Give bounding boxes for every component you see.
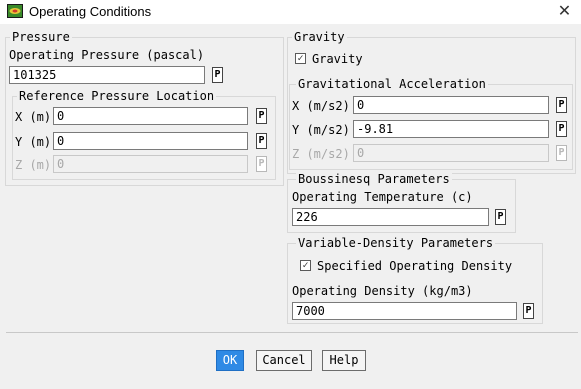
close-button[interactable]: ✕ <box>548 0 581 24</box>
grav-y-label: Y (m/s2) <box>292 123 350 137</box>
button-separator <box>6 332 578 333</box>
operating-pressure-param-button[interactable]: P <box>212 67 223 83</box>
grav-y-input[interactable]: -9.81 <box>353 120 549 138</box>
gravity-checkbox[interactable]: ✓ <box>295 53 306 64</box>
ref-z-label: Z (m) <box>15 158 52 172</box>
operating-temperature-param-button[interactable]: P <box>495 209 506 225</box>
operating-density-param-button[interactable]: P <box>523 303 534 319</box>
operating-pressure-input[interactable]: 101325 <box>9 66 205 84</box>
fluent-app-icon <box>7 4 23 18</box>
window-title: Operating Conditions <box>29 4 152 19</box>
ref-x-param-button[interactable]: P <box>256 108 267 124</box>
grav-z-label: Z (m/s2) <box>292 147 350 161</box>
operating-pressure-label: Operating Pressure (pascal) <box>9 48 205 62</box>
variable-density-legend: Variable-Density Parameters <box>296 236 496 250</box>
specified-density-label[interactable]: Specified Operating Density <box>317 259 512 273</box>
ok-button[interactable]: OK <box>216 350 244 371</box>
operating-temperature-label: Operating Temperature (c) <box>292 190 473 204</box>
ref-y-param-button[interactable]: P <box>256 133 267 149</box>
reference-location-legend: Reference Pressure Location <box>17 89 217 103</box>
grav-x-param-button[interactable]: P <box>556 97 567 113</box>
ref-x-input[interactable]: 0 <box>53 107 248 125</box>
operating-temperature-input[interactable]: 226 <box>292 208 489 226</box>
grav-x-input[interactable]: 0 <box>353 96 549 114</box>
gravity-checkbox-label[interactable]: Gravity <box>312 52 363 66</box>
ref-z-input: 0 <box>53 155 248 173</box>
grav-z-input: 0 <box>353 144 549 162</box>
cancel-button[interactable]: Cancel <box>256 350 312 371</box>
ref-x-label: X (m) <box>15 110 52 124</box>
ref-z-param-button: P <box>256 156 267 172</box>
operating-density-label: Operating Density (kg/m3) <box>292 284 473 298</box>
gravitational-acceleration-legend: Gravitational Acceleration <box>296 77 488 91</box>
grav-y-param-button[interactable]: P <box>556 121 567 137</box>
boussinesq-legend: Boussinesq Parameters <box>296 172 452 186</box>
ref-y-label: Y (m) <box>15 135 52 149</box>
specified-density-checkbox[interactable]: ✓ <box>300 260 311 271</box>
grav-x-label: X (m/s2) <box>292 99 350 113</box>
pressure-legend: Pressure <box>10 30 72 44</box>
gravity-legend: Gravity <box>292 30 347 44</box>
help-button[interactable]: Help <box>322 350 366 371</box>
ref-y-input[interactable]: 0 <box>53 132 248 150</box>
operating-density-input[interactable]: 7000 <box>292 302 517 320</box>
grav-z-param-button: P <box>556 145 567 161</box>
